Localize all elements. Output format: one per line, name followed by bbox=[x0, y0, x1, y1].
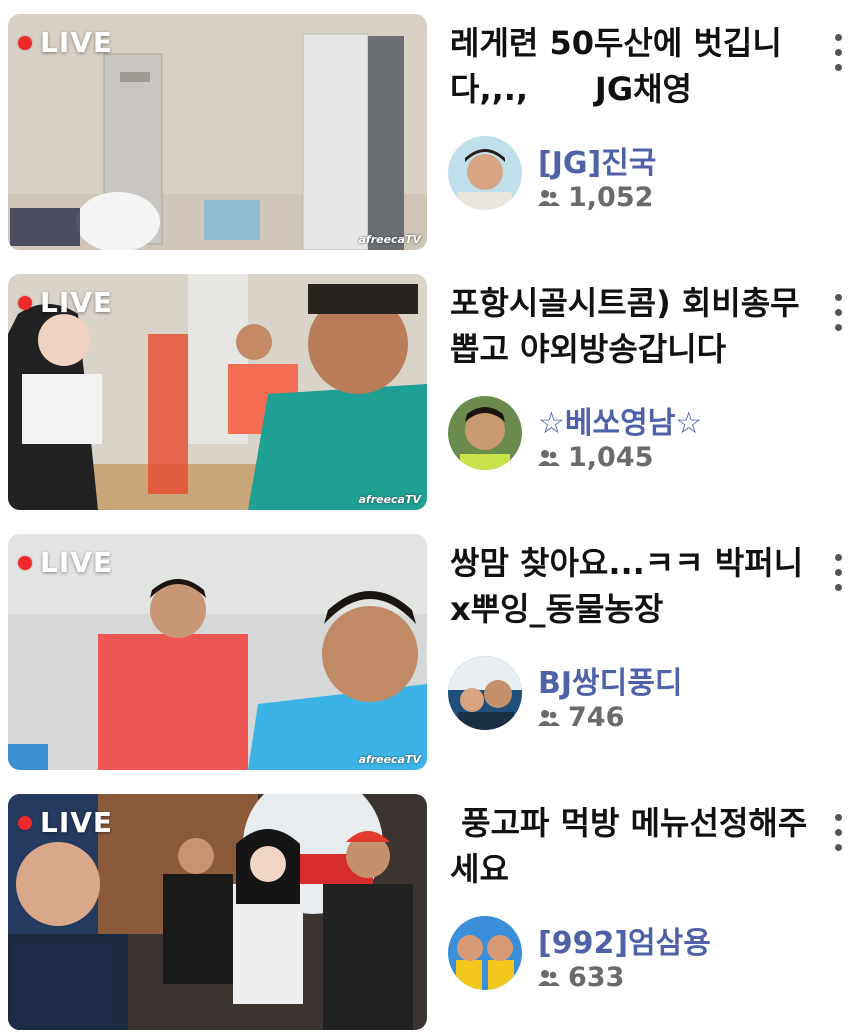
watermark: afreecaTV bbox=[358, 753, 421, 766]
channel-name[interactable]: [992]엄삼용 bbox=[538, 918, 711, 962]
channel-name[interactable]: [JG]진국 bbox=[538, 138, 656, 182]
live-dot bbox=[18, 295, 32, 310]
stream-card[interactable]: LIVE afreecaTV 쌍맘 찾아요...ㅋㅋ 박퍼니x뿌잉_동물농장 B… bbox=[0, 534, 850, 774]
stream-title[interactable]: 풍고파 먹방 메뉴선정해주세요 bbox=[450, 800, 810, 892]
more-vertical-icon[interactable] bbox=[828, 34, 848, 84]
viewer-count-value: 1,045 bbox=[568, 442, 654, 473]
viewer-count-value: 746 bbox=[568, 702, 625, 733]
avatar[interactable] bbox=[448, 916, 522, 990]
more-vertical-icon[interactable] bbox=[828, 814, 848, 864]
live-dot bbox=[18, 35, 32, 50]
stream-thumbnail[interactable]: LIVE afreecaTV bbox=[8, 534, 427, 770]
watermark: afreecaTV bbox=[358, 493, 421, 506]
live-badge: LIVE bbox=[18, 26, 113, 59]
stream-thumbnail[interactable]: LIVE afreecaTV bbox=[8, 14, 427, 250]
more-vertical-icon[interactable] bbox=[828, 294, 848, 344]
live-label: LIVE bbox=[40, 546, 114, 579]
live-label: LIVE bbox=[40, 286, 114, 319]
avatar[interactable] bbox=[448, 396, 522, 470]
viewer-count: 1,045 bbox=[538, 442, 653, 473]
avatar[interactable] bbox=[448, 656, 522, 730]
avatar[interactable] bbox=[448, 136, 522, 210]
live-dot bbox=[18, 555, 32, 570]
more-vertical-icon[interactable] bbox=[828, 554, 848, 604]
stream-card[interactable]: LIVE afreecaTV 포항시골시트콤) 회비총무 뽑고 야외방송갑니다 … bbox=[0, 274, 850, 514]
viewer-count: 633 bbox=[538, 962, 624, 993]
live-badge: LIVE bbox=[18, 546, 113, 579]
watermark: afreecaTV bbox=[358, 233, 421, 246]
channel-name[interactable]: ☆베쏘영남☆ bbox=[538, 398, 702, 442]
live-badge: LIVE bbox=[18, 806, 113, 839]
stream-title[interactable]: 쌍맘 찾아요...ㅋㅋ 박퍼니x뿌잉_동물농장 bbox=[450, 540, 810, 632]
live-label: LIVE bbox=[40, 806, 114, 839]
people-icon bbox=[538, 969, 560, 986]
stream-card[interactable]: LIVE afreecaTV 레게련 50두산에 벗깁니다,,., JG채영 [… bbox=[0, 14, 850, 254]
live-label: LIVE bbox=[40, 26, 114, 59]
stream-title[interactable]: 레게련 50두산에 벗깁니다,,., JG채영 bbox=[450, 20, 810, 112]
live-dot bbox=[18, 815, 32, 830]
viewer-count-value: 633 bbox=[568, 962, 625, 993]
viewer-count: 746 bbox=[538, 702, 624, 733]
stream-title[interactable]: 포항시골시트콤) 회비총무 뽑고 야외방송갑니다 bbox=[450, 280, 810, 372]
people-icon bbox=[538, 449, 560, 466]
people-icon bbox=[538, 709, 560, 726]
channel-name[interactable]: BJ쌍디풍디 bbox=[538, 658, 682, 702]
people-icon bbox=[538, 189, 560, 206]
viewer-count-value: 1,052 bbox=[568, 182, 654, 213]
stream-thumbnail[interactable]: LIVE bbox=[8, 794, 427, 1030]
stream-thumbnail[interactable]: LIVE afreecaTV bbox=[8, 274, 427, 510]
viewer-count: 1,052 bbox=[538, 182, 653, 213]
live-badge: LIVE bbox=[18, 286, 113, 319]
stream-card[interactable]: LIVE 풍고파 먹방 메뉴선정해주세요 [992]엄삼용 633 bbox=[0, 794, 850, 1034]
